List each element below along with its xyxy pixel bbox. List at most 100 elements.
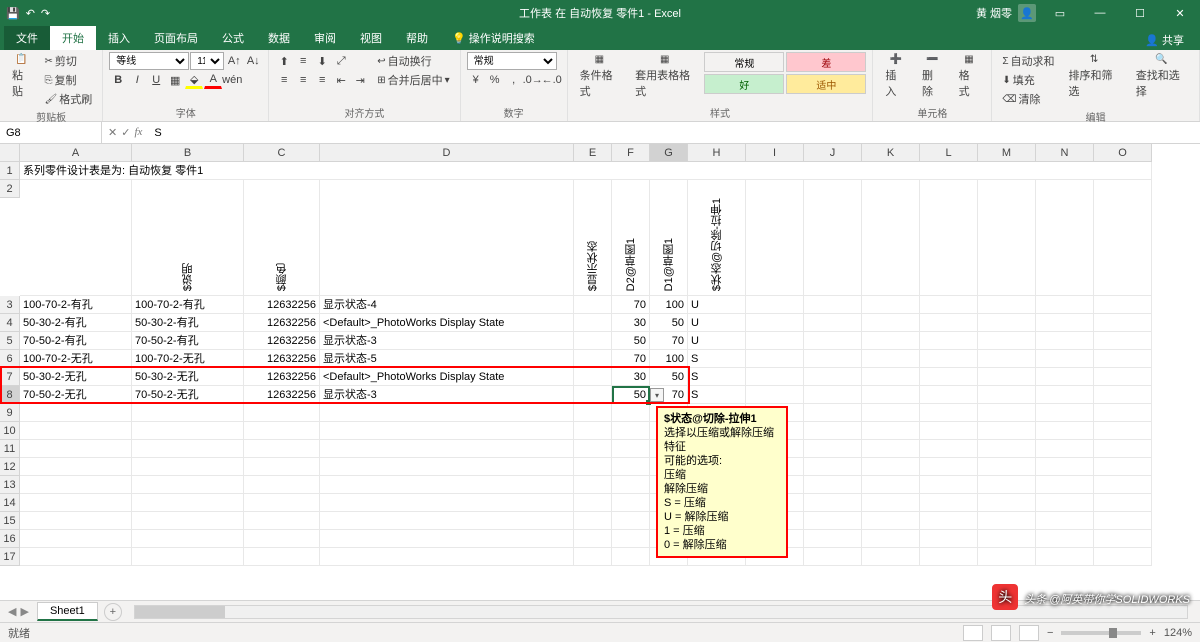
sheet-tab-sheet1[interactable]: Sheet1	[37, 602, 98, 621]
col-header[interactable]: O	[1094, 144, 1152, 162]
cell[interactable]	[862, 512, 920, 530]
tab-review[interactable]: 审阅	[302, 26, 348, 50]
cell[interactable]	[1036, 404, 1094, 422]
cell[interactable]: S	[688, 350, 746, 368]
font-color-button[interactable]: A	[204, 71, 222, 89]
cell[interactable]	[320, 422, 574, 440]
cell[interactable]	[574, 404, 612, 422]
cell[interactable]	[612, 548, 650, 566]
cell[interactable]	[920, 314, 978, 332]
title-cell[interactable]: 系列零件设计表是为: 自动恢复 零件1	[20, 162, 1152, 180]
cell[interactable]	[574, 530, 612, 548]
cell[interactable]	[804, 494, 862, 512]
cell[interactable]	[244, 422, 320, 440]
cell[interactable]	[862, 368, 920, 386]
cell[interactable]: 30	[612, 314, 650, 332]
indent-inc-icon[interactable]: ⇥	[351, 71, 369, 89]
cell[interactable]: 12632256	[244, 350, 320, 368]
cell[interactable]	[1036, 350, 1094, 368]
column-header-cell[interactable]	[20, 180, 132, 296]
cell[interactable]	[920, 296, 978, 314]
currency-icon[interactable]: ¥	[467, 71, 485, 89]
col-header[interactable]: L	[920, 144, 978, 162]
cell[interactable]	[132, 494, 244, 512]
cell[interactable]	[574, 350, 612, 368]
cell[interactable]	[746, 332, 804, 350]
add-sheet-button[interactable]: +	[104, 603, 122, 621]
cell[interactable]	[612, 458, 650, 476]
cell[interactable]	[978, 404, 1036, 422]
cell[interactable]	[244, 458, 320, 476]
cell[interactable]: <Default>_PhotoWorks Display State	[320, 368, 574, 386]
cell[interactable]	[978, 512, 1036, 530]
cell[interactable]	[804, 476, 862, 494]
cell[interactable]	[978, 296, 1036, 314]
cell[interactable]	[132, 404, 244, 422]
merge-center-button[interactable]: ⊞ 合并后居中 ▾	[373, 71, 453, 89]
align-bottom-icon[interactable]: ⬇	[313, 52, 331, 70]
cell[interactable]	[20, 458, 132, 476]
col-header[interactable]: A	[20, 144, 132, 162]
cell[interactable]	[804, 404, 862, 422]
cell[interactable]: 50	[612, 386, 650, 404]
cell[interactable]	[804, 512, 862, 530]
cell[interactable]	[862, 314, 920, 332]
tab-help[interactable]: 帮助	[394, 26, 440, 50]
cell[interactable]	[132, 530, 244, 548]
cell[interactable]	[574, 440, 612, 458]
cell[interactable]	[612, 530, 650, 548]
cell[interactable]	[244, 494, 320, 512]
cell[interactable]	[574, 476, 612, 494]
format-painter-button[interactable]: 🖌 格式刷	[41, 90, 97, 108]
font-size-select[interactable]: 11	[190, 52, 224, 70]
tab-insert[interactable]: 插入	[96, 26, 142, 50]
cell[interactable]	[574, 296, 612, 314]
cell[interactable]	[920, 512, 978, 530]
ribbon-options-icon[interactable]: ▭	[1040, 0, 1080, 26]
copy-button[interactable]: ⎘ 复制	[41, 71, 97, 89]
cell[interactable]	[746, 386, 804, 404]
view-normal-icon[interactable]	[963, 625, 983, 641]
style-normal[interactable]: 常规	[704, 52, 784, 72]
cell[interactable]	[1094, 458, 1152, 476]
maximize-icon[interactable]: ☐	[1120, 0, 1160, 26]
insert-cells-button[interactable]: ➕插入	[879, 52, 912, 101]
cell[interactable]	[1094, 476, 1152, 494]
col-header[interactable]: D	[320, 144, 574, 162]
col-header[interactable]: M	[978, 144, 1036, 162]
zoom-slider[interactable]	[1061, 631, 1141, 635]
cell[interactable]	[804, 314, 862, 332]
cell[interactable]	[574, 422, 612, 440]
cell[interactable]	[1094, 422, 1152, 440]
cell[interactable]	[804, 530, 862, 548]
cell[interactable]	[862, 350, 920, 368]
increase-decimal-icon[interactable]: .0→	[524, 71, 542, 89]
cell[interactable]	[746, 314, 804, 332]
align-middle-icon[interactable]: ≡	[294, 52, 312, 70]
cell[interactable]	[20, 476, 132, 494]
clear-button[interactable]: ⌫ 清除	[998, 90, 1058, 108]
percent-icon[interactable]: %	[486, 71, 504, 89]
zoom-in-icon[interactable]: +	[1149, 627, 1155, 639]
cell[interactable]	[1094, 332, 1152, 350]
column-header-cell[interactable]: $显示状态	[574, 180, 612, 296]
cell[interactable]: 100-70-2-有孔	[132, 296, 244, 314]
cell[interactable]	[804, 440, 862, 458]
cell[interactable]	[978, 548, 1036, 566]
style-bad[interactable]: 差	[786, 52, 866, 72]
cell[interactable]: 100-70-2-无孔	[132, 350, 244, 368]
increase-font-icon[interactable]: A↑	[225, 52, 243, 70]
comma-icon[interactable]: ,	[505, 71, 523, 89]
align-right-icon[interactable]: ≡	[313, 71, 331, 89]
cell[interactable]	[862, 476, 920, 494]
cell[interactable]	[244, 476, 320, 494]
cell[interactable]	[320, 512, 574, 530]
cell[interactable]	[320, 458, 574, 476]
cell[interactable]	[862, 422, 920, 440]
cell[interactable]	[804, 422, 862, 440]
cell[interactable]: 显示状态-5	[320, 350, 574, 368]
view-pagebreak-icon[interactable]	[1019, 625, 1039, 641]
format-cells-button[interactable]: ▦格式	[953, 52, 986, 101]
cell[interactable]: 12632256	[244, 296, 320, 314]
cell[interactable]	[20, 548, 132, 566]
